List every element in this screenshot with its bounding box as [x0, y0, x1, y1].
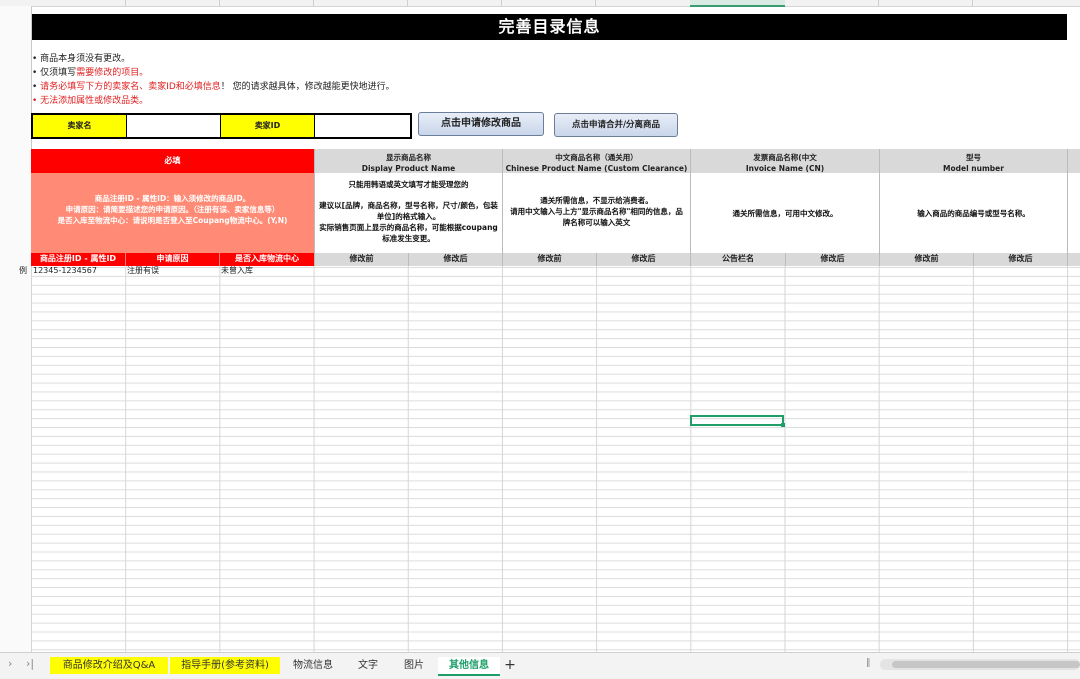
display-name-description: 只能用韩语或英文填写才能受理您的 建议以[品牌，商品名称，型号名称，尺寸/颜色，… [314, 173, 502, 253]
subheader-display-after: 修改后 [408, 253, 502, 266]
seller-name-label: 卖家名 [33, 115, 127, 137]
tab-guide[interactable]: 指导手册(参考资料) [170, 657, 280, 674]
subheader-model-before: 修改前 [879, 253, 973, 266]
example-label: 例 [19, 266, 27, 275]
tab-text[interactable]: 文字 [346, 657, 390, 674]
page-title: 完善目录信息 [32, 14, 1067, 40]
note-2: • 仅须填写需要修改的项目。 [32, 68, 149, 78]
subheader-invoice-after: 修改后 [785, 253, 879, 266]
tab-images[interactable]: 图片 [394, 657, 434, 674]
tab-logistics[interactable]: 物流信息 [284, 657, 342, 674]
invoice-name-description: 通关所需信息，可用中文修改。 [690, 173, 879, 253]
seller-info-box: 卖家名 卖家ID [31, 113, 412, 139]
required-description: 商品注册ID - 属性ID：输入须修改的商品ID。 申请原因：请简要描述您的申请原… [31, 173, 314, 253]
model-number-description: 输入商品的商品编号或型号名称。 [879, 173, 1067, 253]
model-number-header: 型号 Model number [879, 149, 1067, 173]
subheader-model-after: 修改后 [973, 253, 1067, 266]
subheader-product-id: 商品注册ID - 属性ID [31, 253, 125, 266]
sheet-tab-bar: › ›| 商品修改介绍及Q&A 指导手册(参考资料) 物流信息 文字 图片 其他… [0, 652, 1080, 679]
seller-name-input[interactable] [127, 115, 221, 137]
column-header-strip [0, 0, 1080, 7]
subheader-chinese-after: 修改后 [596, 253, 690, 266]
selected-column-header [690, 0, 785, 7]
seller-id-input[interactable] [315, 115, 408, 137]
display-name-header: 显示商品名称 Display Product Name [314, 149, 502, 173]
selected-cell[interactable] [690, 415, 785, 427]
subheader-display-before: 修改前 [314, 253, 408, 266]
subheader-warehouse: 是否入库物流中心 [219, 253, 314, 266]
scroll-splitter-icon[interactable]: ‖ [866, 658, 871, 668]
note-1: • 商品本身须没有更改。 [32, 54, 131, 64]
chevron-last-icon[interactable]: ›| [26, 657, 34, 670]
note-3: • 请务必填写下方的卖家名、卖家ID和必填信息！ 您的请求越具体，修改越能更快地… [32, 82, 395, 92]
tab-product-faq[interactable]: 商品修改介绍及Q&A [50, 657, 168, 674]
example-warehouse[interactable]: 未曾入库 [221, 266, 253, 276]
subheader-next [1067, 253, 1080, 266]
example-reason[interactable]: 注册有误 [127, 266, 159, 276]
add-sheet-icon[interactable]: + [502, 657, 518, 674]
subheader-chinese-before: 修改前 [502, 253, 596, 266]
chinese-name-description: 通关所需信息，不显示给消费者。 请用中文输入与上方"显示商品名称"相同的信息，品牌… [502, 173, 690, 253]
chinese-name-header: 中文商品名称（通关用） Chinese Product Name (Custom … [502, 149, 690, 173]
instructions: • 商品本身须没有更改。 • 仅须填写需要修改的项目。 • 请务必填写下方的卖家… [32, 52, 395, 108]
seller-id-label: 卖家ID [221, 115, 315, 137]
subheader-reason: 申请原因 [125, 253, 219, 266]
invoice-name-header: 发票商品名称(中文 Invoice Name (CN) [690, 149, 879, 173]
modify-product-button[interactable]: 点击申请修改商品 [418, 112, 544, 136]
next-column-description [1067, 173, 1080, 253]
note-4: • 无法添加属性或修改品类。 [32, 96, 149, 106]
merge-split-button[interactable]: 点击申请合并/分离商品 [554, 113, 678, 137]
required-header: 必填 [31, 149, 314, 173]
tab-other-info[interactable]: 其他信息 [438, 657, 500, 676]
row-header-column [0, 6, 32, 652]
chevron-left-icon[interactable]: › [8, 657, 12, 670]
subheader-notice-name: 公告栏名 [690, 253, 785, 266]
example-product-id[interactable]: 12345-1234567 [33, 266, 97, 276]
next-column-header [1067, 149, 1080, 173]
horizontal-scrollbar[interactable] [880, 659, 1080, 670]
scrollbar-thumb[interactable] [892, 661, 1080, 668]
